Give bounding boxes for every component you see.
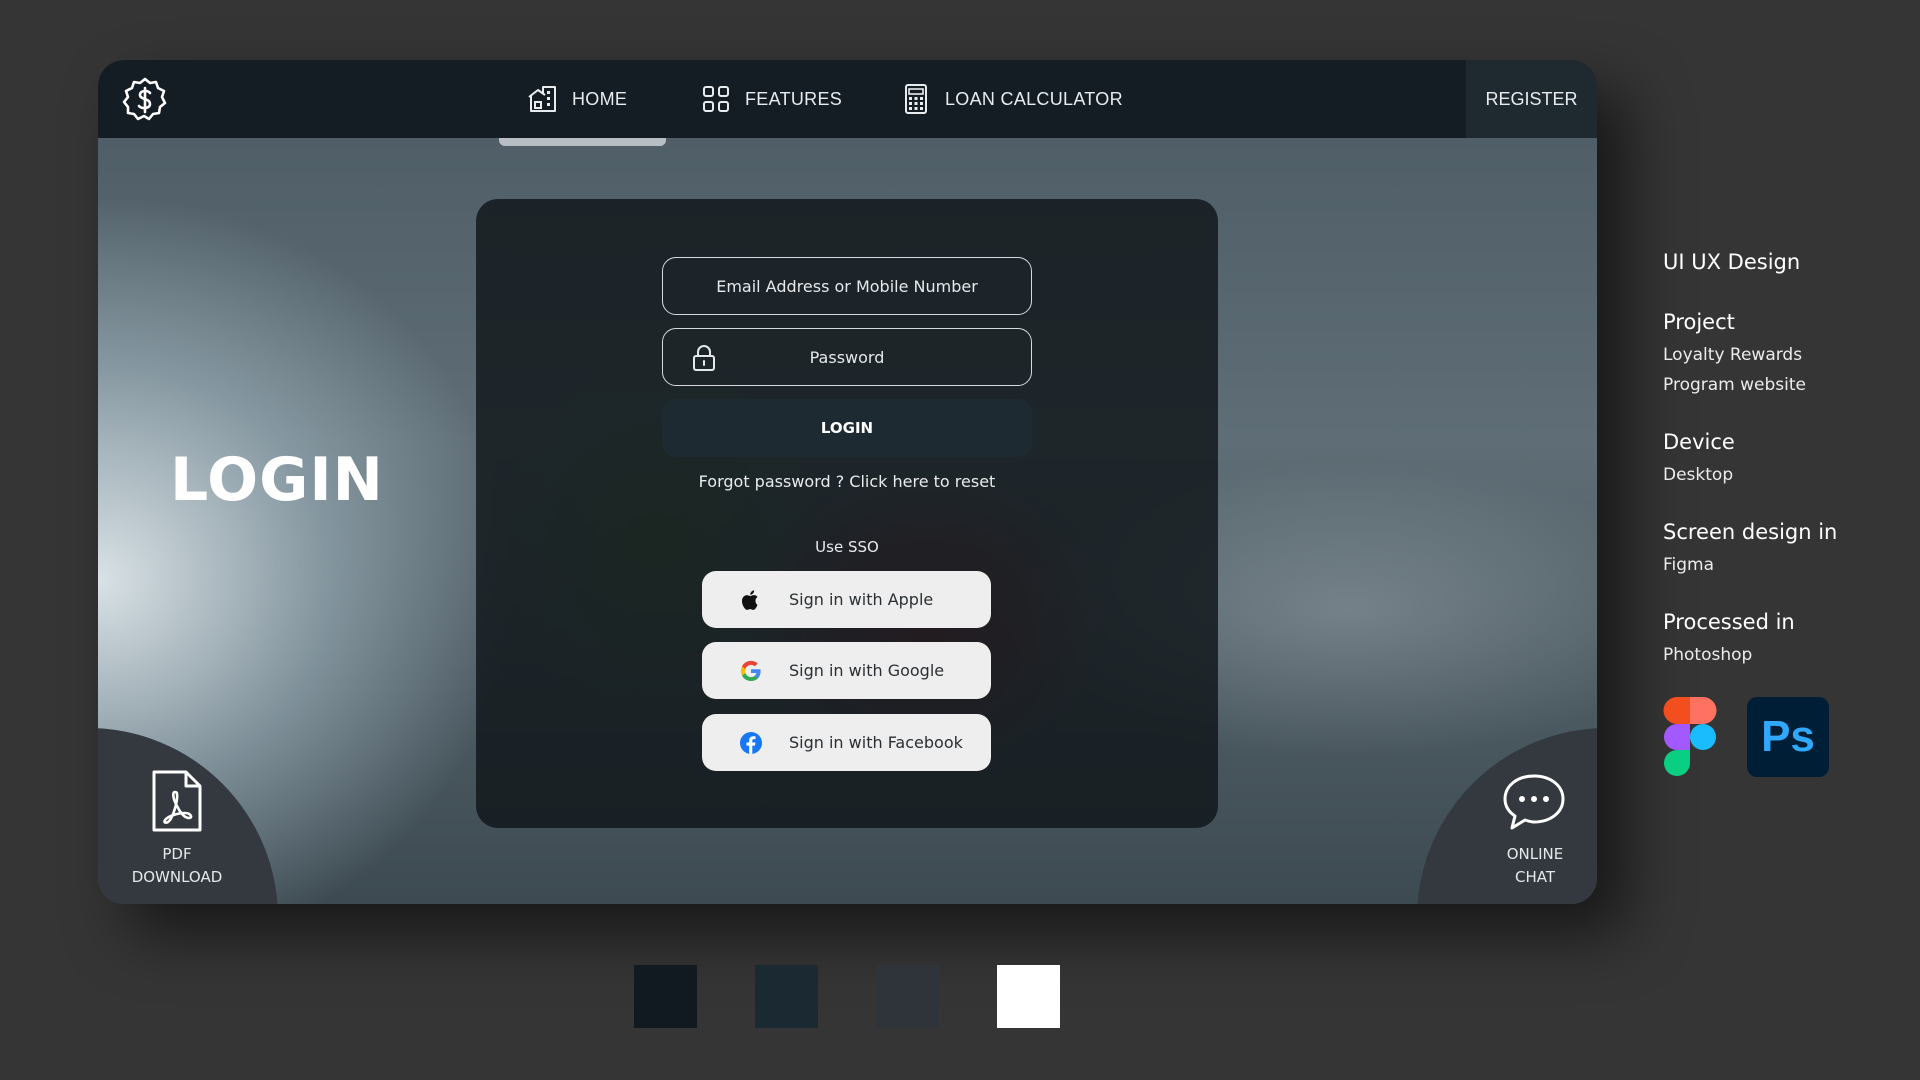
sign-in-facebook-button[interactable]: Sign in with Facebook <box>702 714 991 771</box>
chat-label-line-2: CHAT <box>1514 868 1555 886</box>
color-swatch-3 <box>876 965 939 1028</box>
pdf-label-line-1: PDF <box>162 845 192 863</box>
lock-icon <box>693 345 715 371</box>
sign-in-facebook-label: Sign in with Facebook <box>789 733 963 752</box>
grid-icon <box>703 86 729 112</box>
pdf-file-icon[interactable] <box>150 768 204 834</box>
nav-home-label: HOME <box>572 88 628 109</box>
dollar-badge-icon[interactable] <box>121 76 169 124</box>
active-tab-indicator <box>499 138 666 146</box>
email-input[interactable] <box>662 257 1032 315</box>
google-icon <box>740 660 761 681</box>
info-project-line-1: Loyalty Rewards <box>1663 345 1803 365</box>
password-input[interactable] <box>662 328 1032 386</box>
calculator-icon <box>905 84 927 114</box>
info-processed-title: Processed in <box>1663 610 1795 634</box>
register-button[interactable]: REGISTER <box>1466 60 1597 138</box>
color-swatch-1 <box>634 965 697 1028</box>
info-screen-value: Figma <box>1663 555 1715 575</box>
info-project-line-2: Program website <box>1663 375 1806 395</box>
info-device-value: Desktop <box>1663 465 1734 485</box>
color-swatch-4 <box>997 965 1060 1028</box>
pdf-label-line-2: DOWNLOAD <box>131 868 223 886</box>
sign-in-google-button[interactable]: Sign in with Google <box>702 642 991 699</box>
figma-logo <box>1663 697 1717 776</box>
app-frame: HOME FEATURES LOAN CALCULATOR REGISTER L… <box>98 60 1597 904</box>
chat-label-line-1: ONLINE <box>1506 845 1564 863</box>
nav-features[interactable]: FEATURES <box>699 82 842 116</box>
info-device-title: Device <box>1663 430 1735 454</box>
nav-loan-calculator[interactable]: LOAN CALCULATOR <box>899 82 1123 116</box>
color-swatch-2 <box>755 965 818 1028</box>
chat-bubble-icon[interactable] <box>1501 772 1567 832</box>
online-chat-label[interactable]: ONLINE CHAT <box>1460 843 1597 889</box>
nav-loan-calculator-label: LOAN CALCULATOR <box>945 88 1123 109</box>
facebook-icon <box>740 731 762 754</box>
apple-icon <box>742 589 758 610</box>
sign-in-apple-label: Sign in with Apple <box>789 590 934 609</box>
pdf-download-label[interactable]: PDF DOWNLOAD <box>116 843 238 889</box>
sign-in-google-label: Sign in with Google <box>789 661 945 680</box>
nav-home[interactable]: HOME <box>526 82 627 116</box>
login-panel: LOGIN Forgot password ? Click here to re… <box>476 199 1218 828</box>
sign-in-apple-button[interactable]: Sign in with Apple <box>702 571 991 628</box>
info-heading: UI UX Design <box>1663 250 1801 274</box>
photoshop-logo: Ps <box>1747 697 1829 777</box>
info-project-title: Project <box>1663 310 1735 334</box>
forgot-password-link[interactable]: Forgot password ? Click here to reset <box>476 472 1218 491</box>
nav-features-label: FEATURES <box>745 88 843 109</box>
home-icon <box>528 86 556 112</box>
info-screen-title: Screen design in <box>1663 520 1838 544</box>
top-navigation: HOME FEATURES LOAN CALCULATOR REGISTER <box>98 60 1597 138</box>
sso-label: Use SSO <box>815 538 879 556</box>
page-title: LOGIN <box>170 445 384 515</box>
login-button[interactable]: LOGIN <box>662 399 1032 457</box>
info-processed-value: Photoshop <box>1663 645 1753 665</box>
